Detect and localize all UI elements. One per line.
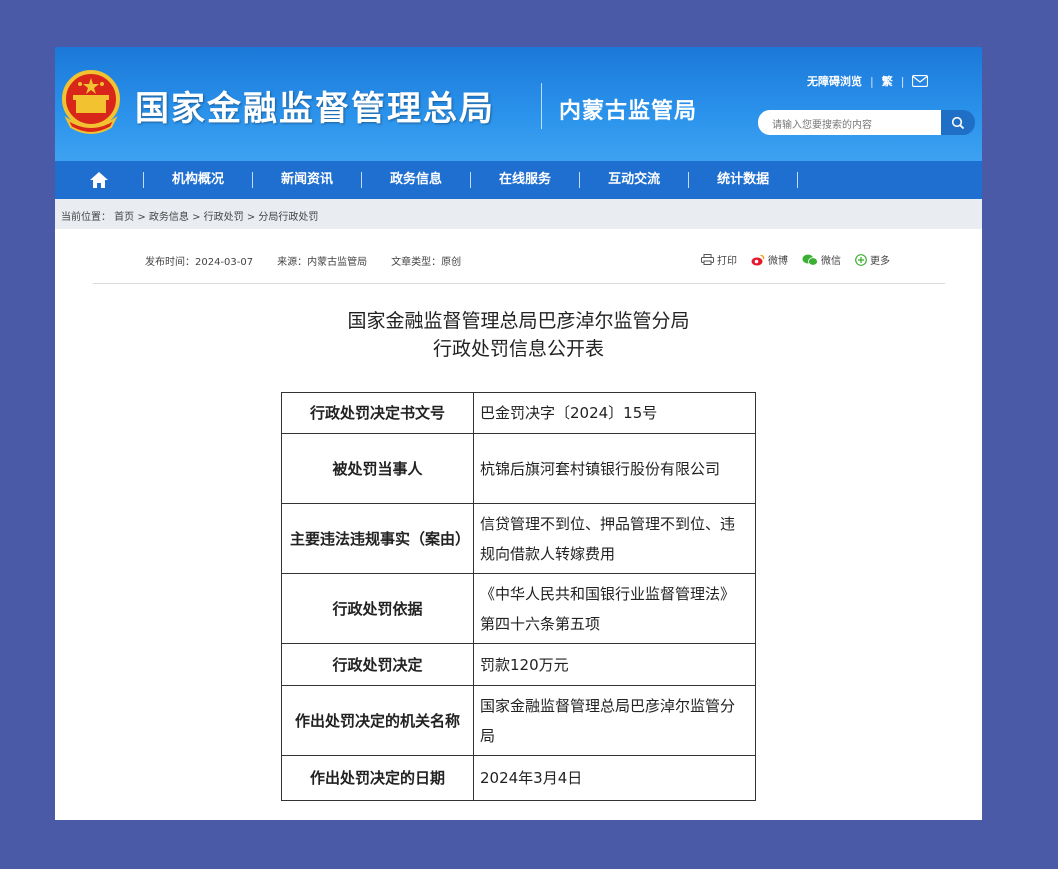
article-meta: 发布时间：2024-03-07 来源：内蒙古监管局 文章类型：原创 [145,253,461,268]
row-label: 行政处罚决定 [281,643,474,686]
main-nav: 机构概况 新闻资讯 政务信息 在线服务 互动交流 统计数据 [55,161,982,199]
publish-time: 发布时间：2024-03-07 [145,257,254,268]
wechat-label: 微信 [821,256,841,267]
nav-divider [797,172,799,188]
site-title[interactable]: 国家金融监督管理总局 [135,81,495,130]
national-emblem-icon [62,70,120,134]
more-share-button[interactable]: 更多 [855,252,890,267]
row-value: 《中华人民共和国银行业监督管理法》第四十六条第五项 [473,573,756,644]
table-row: 主要违法违规事实（案由） 信贷管理不到位、押品管理不到位、违规向借款人转嫁费用 [281,503,756,574]
printer-icon [701,254,714,265]
row-value: 巴金罚决字〔2024〕15号 [473,392,756,434]
more-label: 更多 [870,256,890,267]
row-label: 行政处罚决定书文号 [281,392,474,434]
document-title: 国家金融监督管理总局巴彦淖尔监管分局 行政处罚信息公开表 [55,307,982,363]
table-row: 作出处罚决定的机关名称 国家金融监督管理总局巴彦淖尔监管分局 [281,685,756,756]
table-row: 行政处罚决定 罚款120万元 [281,643,756,686]
nav-home[interactable] [55,171,143,189]
table-row: 被处罚当事人 杭锦后旗河套村镇银行股份有限公司 [281,433,756,504]
article-type: 文章类型：原创 [391,257,462,268]
nav-item-news[interactable]: 新闻资讯 [252,172,361,188]
search-button[interactable] [941,110,975,135]
search-input[interactable]: 请输入您要搜索的内容 [758,110,941,135]
top-links: 无障碍浏览 | 繁 | [807,73,929,89]
print-label: 打印 [717,256,737,267]
wechat-icon [802,254,818,266]
row-value: 罚款120万元 [473,643,756,686]
row-label: 行政处罚依据 [281,573,474,644]
browser-page: 国家金融监督管理总局 内蒙古监管局 无障碍浏览 | 繁 | 请输入您要搜索的内容 [55,47,982,820]
penalty-info-table: 行政处罚决定书文号 巴金罚决字〔2024〕15号 被处罚当事人 杭锦后旗河套村镇… [281,392,756,801]
table-row: 作出处罚决定的日期 2024年3月4日 [281,755,756,801]
home-icon [90,172,108,188]
row-label: 被处罚当事人 [281,433,474,504]
share-bar: 打印 微博 微信 更多 [701,252,890,267]
table-row: 行政处罚决定书文号 巴金罚决字〔2024〕15号 [281,392,756,434]
weibo-icon [751,254,765,265]
accessibility-link[interactable]: 无障碍浏览 [807,73,862,89]
row-label: 主要违法违规事实（案由） [281,503,474,574]
branch-title[interactable]: 内蒙古监管局 [559,93,697,125]
link-divider: | [870,74,874,88]
link-divider: | [900,74,905,88]
title-divider [541,83,542,129]
row-value: 杭锦后旗河套村镇银行股份有限公司 [473,433,756,504]
wechat-share-button[interactable]: 微信 [802,252,841,267]
document-title-line1: 国家金融监督管理总局巴彦淖尔监管分局 [347,310,690,332]
mail-icon[interactable] [912,75,929,87]
nav-item-government-info[interactable]: 政务信息 [361,172,470,188]
weibo-label: 微博 [768,256,788,267]
table-row: 行政处罚依据 《中华人民共和国银行业监督管理法》第四十六条第五项 [281,573,756,644]
site-header: 国家金融监督管理总局 内蒙古监管局 无障碍浏览 | 繁 | 请输入您要搜索的内容 [55,47,982,161]
nav-item-about[interactable]: 机构概况 [143,172,252,188]
plus-icon [855,253,867,266]
weibo-share-button[interactable]: 微博 [751,252,788,267]
content-divider [93,283,945,284]
article-source: 来源：内蒙古监管局 [277,257,368,268]
row-value: 信贷管理不到位、押品管理不到位、违规向借款人转嫁费用 [473,503,756,574]
row-label: 作出处罚决定的机关名称 [281,685,474,756]
row-value: 国家金融监督管理总局巴彦淖尔监管分局 [473,685,756,756]
print-button[interactable]: 打印 [701,252,737,267]
search-icon [951,116,965,129]
row-value: 2024年3月4日 [473,755,756,801]
traditional-chinese-link[interactable]: 繁 [882,73,893,89]
document-title-line2: 行政处罚信息公开表 [432,338,604,360]
row-label: 作出处罚决定的日期 [281,755,474,801]
nav-item-interaction[interactable]: 互动交流 [579,172,688,188]
nav-item-statistics[interactable]: 统计数据 [688,172,797,188]
nav-item-online-services[interactable]: 在线服务 [470,172,579,188]
breadcrumb[interactable]: 当前位置： 首页 > 政务信息 > 行政处罚 > 分局行政处罚 [55,199,982,229]
